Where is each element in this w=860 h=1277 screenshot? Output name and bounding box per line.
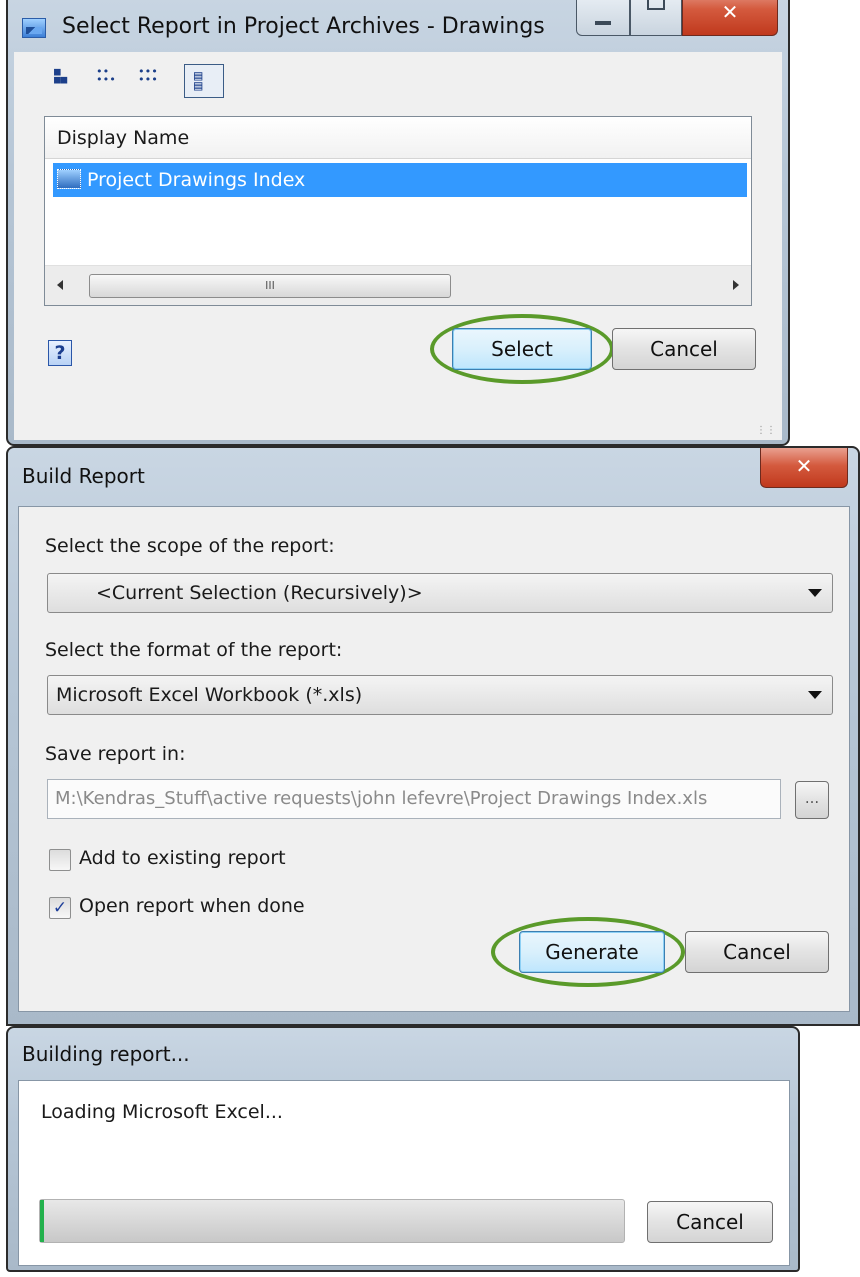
build-close-button[interactable]: ✕: [760, 448, 848, 488]
chevron-down-icon: [808, 589, 822, 597]
maximize-icon: [647, 0, 665, 10]
chevron-down-icon: [808, 691, 822, 699]
scroll-right-arrow-icon[interactable]: [733, 280, 739, 290]
progress-cancel-button[interactable]: Cancel: [647, 1201, 773, 1243]
select-report-dialog: Select Report in Project Archives - Draw…: [6, 0, 790, 446]
help-icon[interactable]: ?: [48, 340, 72, 366]
detail-tree-icon[interactable]: ••• •••: [138, 66, 166, 94]
scope-value: <Current Selection (Recursively)>: [96, 582, 423, 604]
build-report-dialog: Build Report ✕ Select the scope of the r…: [6, 446, 860, 1026]
add-existing-checkbox[interactable]: [49, 849, 71, 871]
scrollbar-grip-label: III: [265, 279, 275, 292]
progress-fill: [40, 1200, 44, 1242]
maximize-button[interactable]: [630, 0, 682, 36]
building-report-title: Building report...: [22, 1042, 190, 1066]
list-item[interactable]: Project Drawings Index: [53, 163, 747, 197]
details-view-icon[interactable]: ▤ ▤: [184, 64, 224, 98]
building-report-client: Loading Microsoft Excel... Cancel: [18, 1080, 790, 1266]
checkmark-icon: ✓: [52, 898, 68, 918]
scrollbar-thumb[interactable]: III: [89, 274, 451, 298]
browse-button[interactable]: ...: [795, 781, 829, 819]
scroll-left-arrow-icon[interactable]: [57, 280, 63, 290]
select-report-client: ■ ■■ •• ••• ••• ••• ▤ ▤ Display Name Project…: [14, 52, 782, 440]
open-when-done-label: Open report when done: [79, 895, 305, 917]
report-item-label: Project Drawings Index: [87, 169, 306, 191]
resize-grip-icon[interactable]: ⋮⋮: [756, 426, 776, 436]
save-label: Save report in:: [45, 743, 186, 765]
format-label: Select the format of the report:: [45, 639, 343, 661]
building-report-titlebar[interactable]: Building report...: [8, 1028, 798, 1080]
list-view-icon[interactable]: ■ ■■: [54, 66, 82, 94]
report-list: Display Name Project Drawings Index III: [44, 116, 752, 306]
build-cancel-button[interactable]: Cancel: [685, 931, 829, 973]
select-report-title: Select Report in Project Archives - Draw…: [62, 14, 545, 39]
report-app-icon: [22, 18, 46, 38]
horizontal-scrollbar[interactable]: III: [45, 265, 751, 305]
column-header-label: Display Name: [57, 127, 190, 149]
minimize-button[interactable]: [576, 0, 630, 36]
select-cancel-button[interactable]: Cancel: [612, 328, 756, 370]
build-report-titlebar[interactable]: Build Report: [8, 448, 858, 500]
close-icon: ✕: [795, 454, 813, 478]
tree-view-icon[interactable]: •• •••: [96, 66, 124, 94]
build-report-client: Select the scope of the report: <Current…: [18, 506, 850, 1012]
close-button[interactable]: ✕: [682, 0, 778, 36]
format-dropdown[interactable]: Microsoft Excel Workbook (*.xls): [47, 675, 833, 715]
generate-button[interactable]: Generate: [519, 931, 665, 973]
scope-label: Select the scope of the report:: [45, 535, 335, 557]
select-button[interactable]: Select: [452, 328, 592, 370]
close-icon: ✕: [721, 0, 739, 24]
report-item-icon: [57, 169, 81, 189]
save-path-field[interactable]: M:\Kendras_Stuff\active requests\john le…: [47, 779, 781, 819]
help-glyph: ?: [54, 342, 66, 364]
format-value: Microsoft Excel Workbook (*.xls): [56, 684, 363, 706]
progress-status: Loading Microsoft Excel...: [41, 1101, 283, 1123]
progress-bar: [39, 1199, 625, 1243]
minimize-icon: [595, 21, 611, 25]
add-existing-label: Add to existing report: [79, 847, 286, 869]
column-header-display-name[interactable]: Display Name: [45, 117, 751, 159]
open-when-done-checkbox[interactable]: ✓: [49, 897, 71, 919]
scope-dropdown[interactable]: <Current Selection (Recursively)>: [47, 573, 833, 613]
building-report-dialog: Building report... Loading Microsoft Exc…: [6, 1026, 800, 1272]
build-report-title: Build Report: [22, 464, 145, 488]
